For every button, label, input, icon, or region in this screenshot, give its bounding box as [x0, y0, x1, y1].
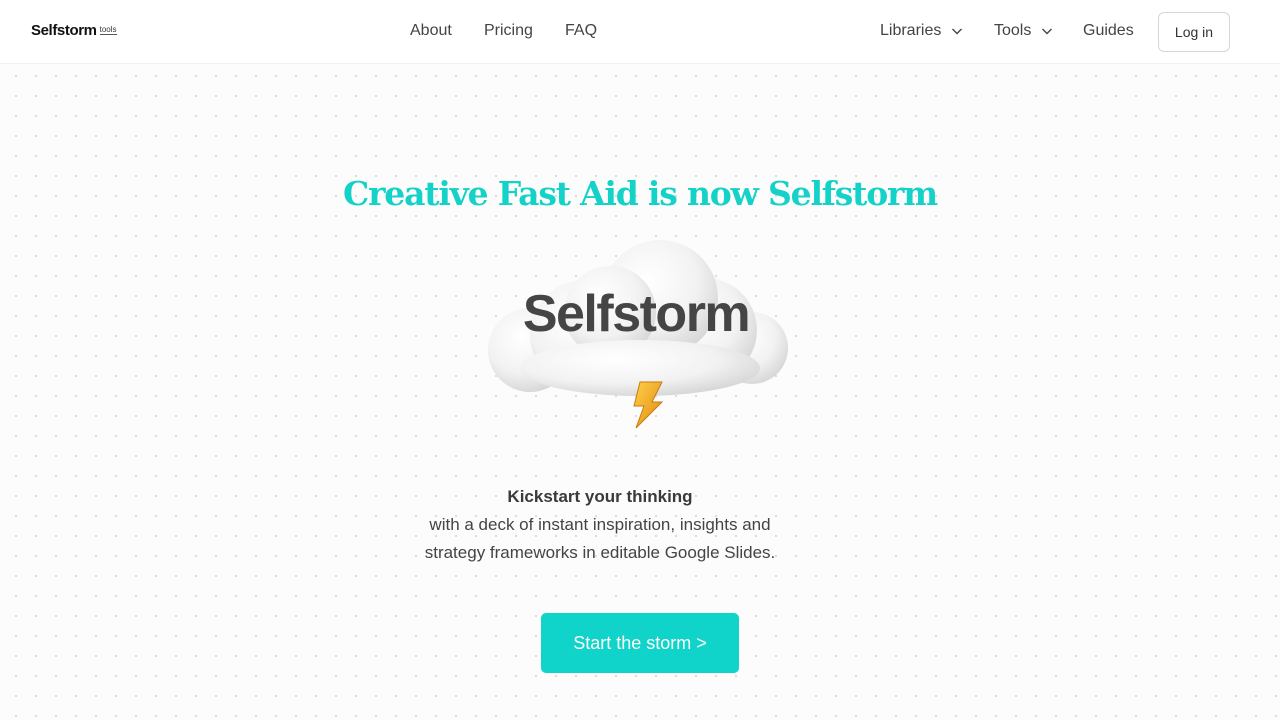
nav-faq[interactable]: FAQ [565, 21, 597, 41]
hero-wordmark: Selfstorm [522, 285, 751, 343]
hero-tagline: Kickstart your thinking with a deck of i… [400, 483, 800, 567]
logo-name: Selfstorm [31, 22, 97, 39]
tagline-bold: Kickstart your thinking [507, 487, 693, 506]
logo-suffix: tools [99, 25, 117, 35]
login-button[interactable]: Log in [1158, 12, 1230, 52]
tagline-line-2: strategy frameworks in editable Google S… [424, 543, 776, 562]
nav-libraries-dropdown[interactable]: Libraries [880, 21, 963, 41]
nav-libraries-label: Libraries [880, 22, 942, 39]
nav-tools-dropdown[interactable]: Tools [994, 21, 1053, 41]
tagline-line-1: with a deck of instant inspiration, insi… [429, 515, 771, 534]
hero-headline: Creative Fast Aid is now Selfstorm [343, 174, 938, 213]
nav-tools-label: Tools [994, 22, 1032, 39]
chevron-down-icon [952, 28, 963, 35]
chevron-down-icon [1042, 28, 1053, 35]
nav-pricing[interactable]: Pricing [484, 21, 533, 41]
site-header: Selfstorm tools About Pricing FAQ Librar… [0, 0, 1280, 64]
logo[interactable]: Selfstorm tools [31, 22, 117, 39]
start-storm-button[interactable]: Start the storm > [541, 613, 739, 673]
nav-about[interactable]: About [410, 21, 452, 41]
nav-guides[interactable]: Guides [1083, 21, 1134, 41]
lightning-bolt-icon [633, 381, 664, 429]
